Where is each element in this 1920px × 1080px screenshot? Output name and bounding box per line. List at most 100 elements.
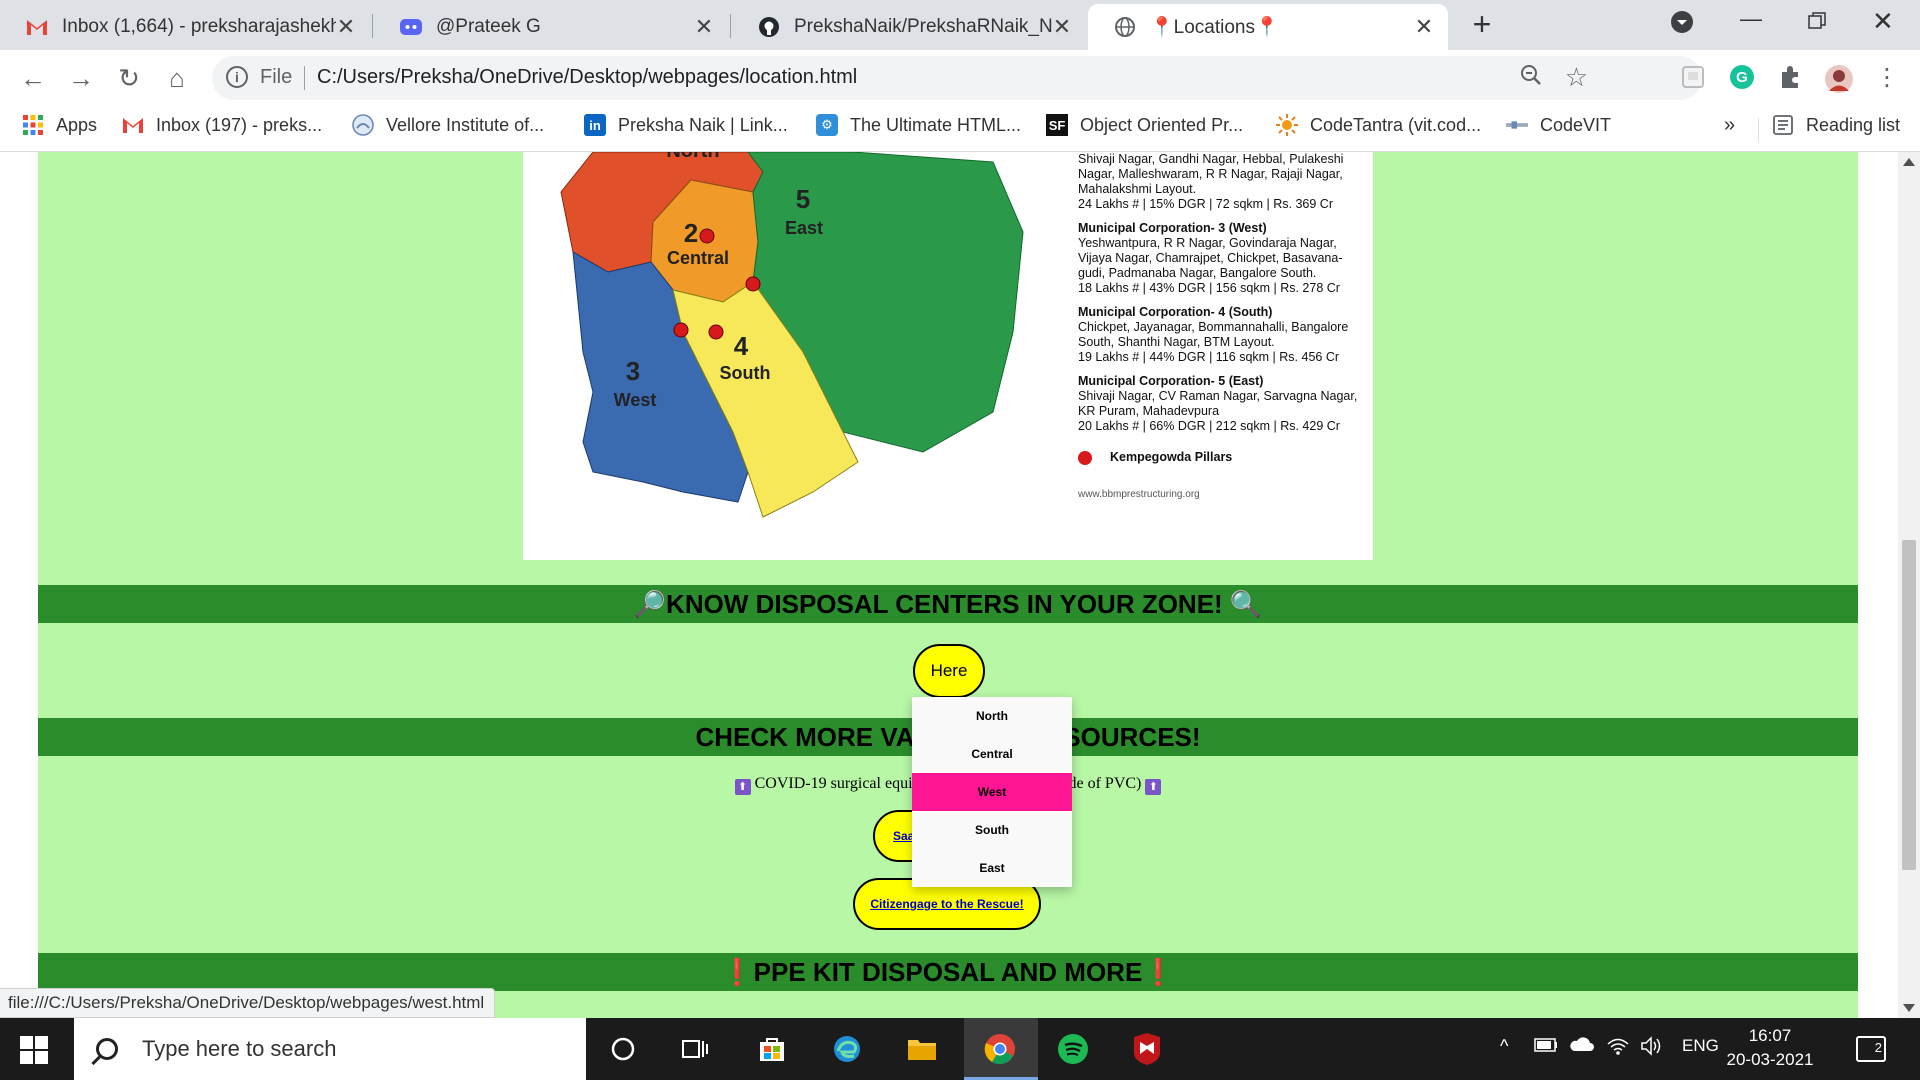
map-legend: Shivaji Nagar, Gandhi Nagar, Hebbal, Pul… — [1078, 152, 1368, 502]
bookmark-label: The Ultimate HTML... — [850, 114, 1022, 135]
task-view-icon[interactable] — [678, 1032, 712, 1066]
volume-icon[interactable] — [1640, 1036, 1664, 1061]
bookmark-html[interactable]: ⚙ The Ultimate HTML... — [816, 114, 1021, 136]
citizengage-link[interactable]: Citizengage to the Rescue! — [870, 897, 1023, 911]
tab-strip: Inbox (1,664) - preksharajashekh... ✕ @P… — [0, 0, 1920, 50]
legend-stats: 19 Lakhs # | 44% DGR | 116 sqkm | Rs. 45… — [1078, 350, 1340, 364]
know-zone-banner: 🔎KNOW DISPOSAL CENTERS IN YOUR ZONE! 🔍 — [38, 585, 1858, 623]
bookmark-divider — [1758, 118, 1759, 142]
bangalore-zone-map: North 2 Central 5 East 3 West 4 South Sh… — [523, 152, 1373, 560]
scroll-down-icon[interactable] — [1903, 1004, 1915, 1012]
show-hidden-icons-chevron[interactable]: ^ — [1500, 1036, 1508, 1057]
chrome-menu-icon[interactable]: ⋮ — [1872, 64, 1902, 92]
close-tab-icon[interactable]: ✕ — [336, 14, 356, 40]
home-icon[interactable]: ⌂ — [162, 64, 192, 92]
close-window-icon[interactable]: ✕ — [1872, 6, 1894, 37]
bookmarks-overflow-button[interactable]: » — [1724, 114, 1735, 137]
bookmark-label: CodeTantra (vit.cod... — [1310, 114, 1482, 135]
bookmark-label: Apps — [56, 114, 98, 135]
tab-discord[interactable]: @Prateek G ✕ — [374, 4, 728, 50]
codevit-icon — [1506, 114, 1528, 136]
dropdown-item-north[interactable]: North — [912, 697, 1072, 735]
bookmark-oop[interactable]: SF Object Oriented Pr... — [1046, 114, 1243, 136]
tab-github[interactable]: PrekshaNaik/PrekshaRNaik_NMIT ✕ — [732, 4, 1086, 50]
bookmark-star-icon[interactable]: ☆ — [1565, 62, 1588, 93]
bookmark-label: Inbox (197) - preks... — [156, 114, 323, 135]
onedrive-cloud-icon[interactable] — [1568, 1036, 1594, 1057]
zone-label-central: Central — [667, 248, 729, 268]
address-bar[interactable]: i File C:/Users/Preksha/OneDrive/Desktop… — [212, 56, 1702, 100]
legend-pillars: Kempegowda Pillars — [1078, 450, 1368, 465]
legend-stats: 24 Lakhs # | 15% DGR | 72 sqkm | Rs. 369… — [1078, 197, 1333, 211]
input-language[interactable]: ENG — [1682, 1036, 1719, 1056]
battery-icon[interactable] — [1534, 1036, 1558, 1057]
microsoft-store-icon[interactable] — [755, 1032, 789, 1066]
spotify-icon[interactable] — [1056, 1032, 1090, 1066]
tab-search-chevron-icon[interactable] — [1670, 10, 1694, 40]
url-text[interactable]: C:/Users/Preksha/OneDrive/Desktop/webpag… — [317, 66, 857, 89]
extension-save-icon[interactable] — [1680, 64, 1708, 92]
tab-title: Inbox (1,664) - preksharajashekh... — [62, 16, 336, 37]
minimize-icon[interactable]: — — [1740, 6, 1762, 32]
close-tab-icon[interactable]: ✕ — [1414, 14, 1434, 40]
linkedin-icon: in — [584, 114, 606, 136]
tab-locations[interactable]: 📍Locations📍 ✕ — [1088, 4, 1448, 50]
scroll-up-icon[interactable] — [1903, 158, 1915, 166]
sf-logo-icon: SF — [1046, 114, 1068, 136]
back-arrow-icon[interactable]: ← — [18, 64, 48, 92]
clock-time: 16:07 — [1748, 1026, 1792, 1045]
here-dropdown-button[interactable]: Here — [913, 644, 985, 698]
address-divider — [304, 66, 305, 90]
zoom-icon[interactable] — [1520, 64, 1542, 92]
taskbar-search-box[interactable]: Type here to search — [74, 1018, 586, 1080]
scrollbar-thumb[interactable] — [1902, 540, 1916, 870]
bookmark-apps[interactable]: Apps — [22, 114, 97, 136]
chrome-icon[interactable] — [983, 1032, 1017, 1066]
tab-divider — [730, 14, 731, 38]
zone-number-east: 5 — [796, 184, 810, 214]
page-body: North 2 Central 5 East 3 West 4 South Sh… — [38, 152, 1858, 1018]
reload-icon[interactable]: ↻ — [114, 64, 144, 92]
bookmark-linkedin[interactable]: in Preksha Naik | Link... — [584, 114, 788, 136]
site-info-icon[interactable]: i — [226, 66, 248, 88]
arrow-up-box-icon: ⬆ — [734, 779, 751, 795]
dropdown-item-central[interactable]: Central — [912, 735, 1072, 773]
pillars-label: Kempegowda Pillars — [1110, 450, 1233, 464]
grammarly-icon[interactable]: G — [1729, 64, 1757, 92]
forward-arrow-icon[interactable]: → — [66, 64, 96, 92]
close-tab-icon[interactable]: ✕ — [694, 14, 714, 40]
zone-number-south: 4 — [734, 331, 749, 361]
gmail-icon — [122, 114, 144, 136]
notification-center-icon[interactable]: 2 — [1856, 1036, 1886, 1062]
tab-gmail[interactable]: Inbox (1,664) - preksharajashekh... ✕ — [0, 4, 370, 50]
bookmark-codetantra[interactable]: CodeTantra (vit.cod... — [1276, 114, 1481, 136]
legend-body: Yeshwantpura, R R Nagar, Govindaraja Nag… — [1078, 236, 1343, 280]
reading-list-button[interactable]: Reading list — [1772, 114, 1900, 136]
dropdown-item-south[interactable]: South — [912, 811, 1072, 849]
system-clock[interactable]: 16:07 20-03-2021 — [1720, 1024, 1820, 1072]
legend-title: Municipal Corporation- 5 (East) — [1078, 374, 1264, 388]
cortana-icon[interactable] — [606, 1032, 640, 1066]
legend-stats: 18 Lakhs # | 43% DGR | 156 sqkm | Rs. 27… — [1078, 281, 1340, 295]
tab-title: 📍Locations📍 — [1150, 17, 1279, 38]
windows-start-icon[interactable] — [20, 1036, 48, 1064]
dropdown-item-east[interactable]: East — [912, 849, 1072, 887]
dropdown-item-west[interactable]: West — [912, 773, 1072, 811]
scheme-label: File — [260, 66, 293, 88]
close-tab-icon[interactable]: ✕ — [1052, 14, 1072, 40]
edge-browser-icon[interactable] — [830, 1032, 864, 1066]
vit-logo-icon — [352, 114, 374, 136]
wifi-icon[interactable] — [1606, 1036, 1630, 1061]
file-explorer-icon[interactable] — [905, 1032, 939, 1066]
page-viewport: North 2 Central 5 East 3 West 4 South Sh… — [0, 152, 1898, 1018]
bookmark-codevit[interactable]: CodeVIT — [1506, 114, 1611, 136]
bookmark-vit[interactable]: Vellore Institute of... — [352, 114, 544, 136]
restore-icon[interactable] — [1808, 10, 1826, 36]
page-scrollbar[interactable] — [1898, 152, 1920, 1018]
new-tab-plus-icon[interactable]: + — [1466, 8, 1498, 40]
extensions-puzzle-icon[interactable] — [1777, 64, 1805, 92]
profile-avatar[interactable] — [1824, 64, 1853, 93]
mcafee-icon[interactable] — [1130, 1032, 1164, 1066]
tab-title: @Prateek G — [436, 16, 541, 37]
bookmark-gmail[interactable]: Inbox (197) - preks... — [122, 114, 322, 136]
